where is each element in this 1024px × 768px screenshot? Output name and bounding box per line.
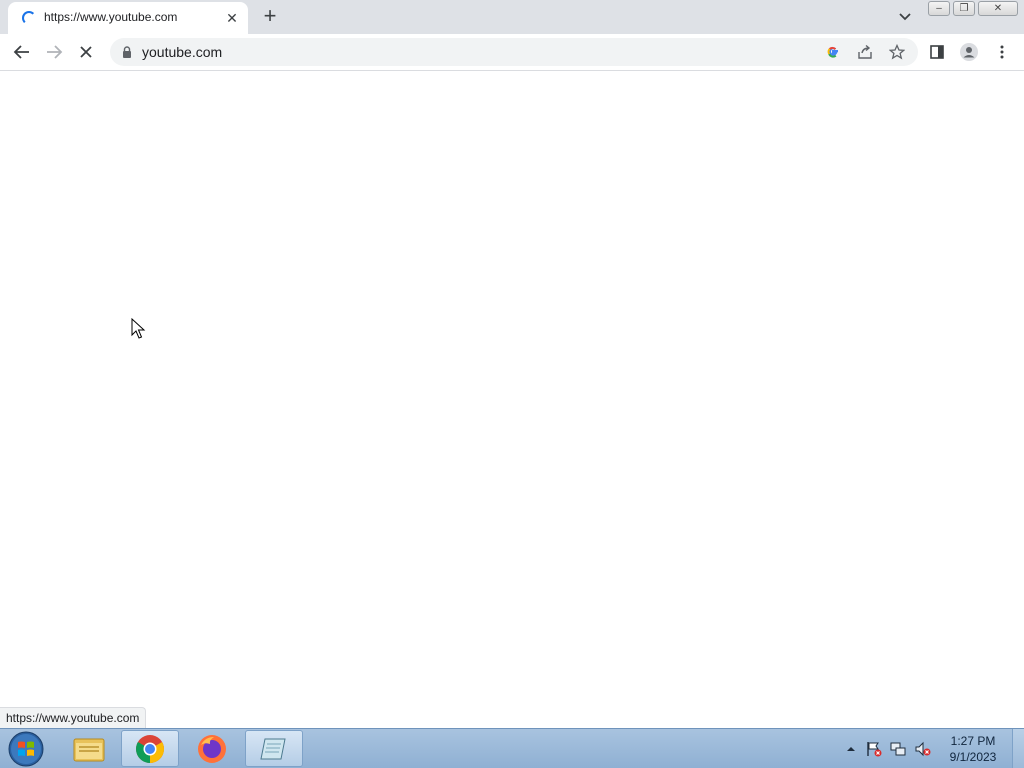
start-button[interactable] [6,731,46,767]
firefox-icon [198,734,226,763]
side-panel-button[interactable] [925,40,949,64]
notepad-icon [260,738,286,759]
kebab-menu-icon [1000,45,1004,59]
folder-icon [73,738,105,761]
taskbar-notepad[interactable] [245,730,303,767]
browser-menu-button[interactable] [990,40,1014,64]
tab-strip: https://www.youtube.com ✕ + – ❐ ✕ [0,0,1024,34]
network-icon[interactable] [889,740,907,758]
side-panel-icon [930,45,944,59]
volume-muted-icon[interactable] [914,740,932,758]
taskbar: 1:27 PM 9/1/2023 [0,728,1024,768]
stop-loading-button[interactable] [74,40,98,64]
address-bar[interactable]: youtube.com [110,38,918,66]
lock-icon[interactable] [120,45,134,59]
clock-date: 9/1/2023 [949,750,997,764]
arrow-left-icon [13,45,29,59]
close-icon [80,46,92,58]
chevron-up-icon [847,747,855,751]
url-text[interactable]: youtube.com [142,44,222,60]
star-icon[interactable] [889,44,905,60]
tab-close-button[interactable]: ✕ [222,8,242,28]
chrome-icon [136,734,164,763]
taskbar-chrome[interactable] [121,730,179,767]
show-hidden-icons-button[interactable] [842,740,860,758]
chevron-down-icon [899,13,911,21]
forward-button[interactable] [42,40,66,64]
share-icon[interactable] [857,44,873,60]
taskbar-firefox[interactable] [183,730,241,767]
clock-time: 1:27 PM [950,734,996,748]
new-tab-button[interactable]: + [258,5,282,29]
loading-spinner-icon [22,11,36,25]
tab-search-button[interactable] [894,6,916,28]
tab-title: https://www.youtube.com [44,10,178,24]
back-button[interactable] [10,40,34,64]
action-center-flag-icon[interactable] [865,740,883,758]
mouse-cursor-icon [131,318,146,339]
profile-button[interactable] [957,40,981,64]
page-content [0,71,1024,728]
show-desktop-button[interactable] [1012,729,1024,768]
profile-icon [960,43,978,61]
tab-youtube[interactable]: https://www.youtube.com ✕ [8,2,248,34]
google-icon[interactable] [825,44,841,60]
close-window-button[interactable]: ✕ [978,1,1018,16]
system-clock[interactable]: 1:27 PM 9/1/2023 [940,733,1006,765]
status-url-bubble: https://www.youtube.com [0,707,147,729]
windows-logo-icon [8,731,44,767]
minimize-button[interactable]: – [928,1,950,16]
taskbar-file-explorer[interactable] [60,730,118,767]
arrow-right-icon [47,45,63,59]
browser-toolbar: youtube.com [0,34,1024,71]
restore-button[interactable]: ❐ [953,1,975,16]
